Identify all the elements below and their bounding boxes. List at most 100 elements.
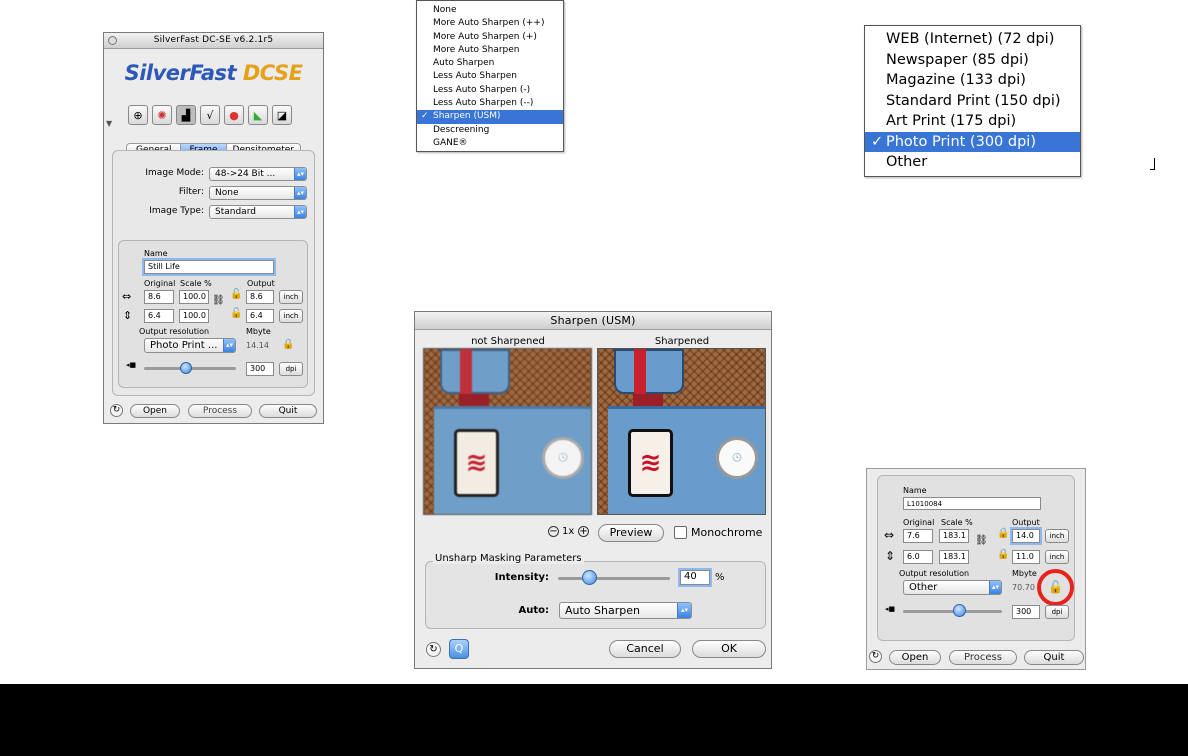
menu-item[interactable]: More Auto Sharpen (+) (417, 31, 563, 44)
menu-item[interactable]: More Auto Sharpen (++) (417, 17, 563, 30)
name-field[interactable]: Still Life (144, 260, 274, 274)
menu-item[interactable]: Art Print (175 dpi) (865, 111, 1080, 132)
height-lock-icon[interactable]: 🔓 (230, 308, 242, 319)
menu-item[interactable]: Newspaper (85 dpi) (865, 50, 1080, 71)
selective-color-icon[interactable]: ◣ (248, 105, 268, 125)
width-unit-button[interactable]: inch (279, 290, 303, 304)
reset-icon[interactable]: ↻ (869, 650, 882, 663)
width-lock-icon[interactable]: 🔒 (997, 528, 1009, 539)
unlock-icon-highlighted[interactable]: 🔓 (1037, 569, 1074, 606)
width-scale-field[interactable]: 100.0 (179, 290, 209, 304)
menu-item-selected[interactable]: ✓ Photo Print (300 dpi) (865, 131, 1080, 152)
sharpen-icon[interactable]: ◪ (272, 105, 292, 125)
height-lock-icon[interactable]: 🔒 (997, 549, 1009, 560)
height-arrows-icon: ⇕ (123, 309, 133, 322)
menu-item[interactable]: Standard Print (150 dpi) (865, 91, 1080, 112)
intensity-slider-track[interactable] (558, 577, 670, 580)
zoom-icon[interactable]: ⊕ (128, 105, 148, 125)
open-button[interactable]: Open (889, 650, 941, 665)
zoom-out-icon[interactable]: − (548, 526, 559, 537)
disclosure-triangle-icon[interactable]: ▼ (106, 119, 112, 128)
robot-chest-panel: ≋ (628, 429, 673, 497)
quit-button[interactable]: Quit (1024, 650, 1084, 665)
height-output-field[interactable]: 6.4 (246, 309, 274, 323)
checkmark-icon: ✓ (421, 111, 429, 122)
height-original-field[interactable]: 6.0 (903, 550, 933, 564)
height-unit-button[interactable]: inch (1045, 550, 1069, 564)
monochrome-checkbox[interactable] (674, 526, 687, 539)
mbyte-value: 14.14 (246, 341, 269, 350)
height-scale-field[interactable]: 183.1 (939, 550, 969, 564)
chain-link-icon[interactable]: ⛓ (975, 535, 988, 546)
zoom-in-icon[interactable]: + (578, 526, 589, 537)
resolution-slider-knob[interactable] (953, 604, 966, 617)
width-unit-button[interactable]: inch (1045, 529, 1069, 543)
menu-item[interactable]: More Auto Sharpen (417, 44, 563, 57)
height-scale-field[interactable]: 100.0 (179, 309, 209, 323)
output-resolution-label: Output resolution (139, 327, 210, 336)
width-original-field[interactable]: 7.6 (903, 529, 933, 543)
menu-item[interactable]: Auto Sharpen (417, 57, 563, 70)
reset-icon[interactable]: ↻ (426, 642, 441, 657)
histogram-icon[interactable]: ▟ (176, 105, 196, 125)
menu-item-selected[interactable]: ✓ Sharpen (USM) (417, 110, 563, 124)
menu-item[interactable]: Less Auto Sharpen (-) (417, 84, 563, 97)
quick-preview-icon[interactable]: Q (449, 639, 469, 659)
cancel-button[interactable]: Cancel (609, 640, 681, 658)
filter-popup[interactable]: None ▴▾ (209, 186, 307, 200)
menu-item[interactable]: Other (865, 152, 1080, 173)
image-mode-popup[interactable]: 48->24 Bit ... ▴▾ (209, 167, 307, 181)
menu-item[interactable]: Magazine (133 dpi) (865, 70, 1080, 91)
resolution-slider-knob[interactable] (180, 362, 192, 374)
close-window-icon[interactable] (108, 36, 117, 45)
ok-button[interactable]: OK (692, 640, 766, 658)
silverfast-logo: SilverFast DCSE (124, 61, 303, 85)
gradation-curve-icon[interactable]: √ (200, 105, 220, 125)
preview-button[interactable]: Preview (598, 524, 664, 542)
color-wheel-icon[interactable]: ✺ (152, 105, 172, 125)
width-arrows-icon: ⇔ (884, 528, 895, 542)
menu-item[interactable]: Descreening (417, 124, 563, 137)
robot-neck (459, 394, 489, 406)
color-correction-icon[interactable]: ● (224, 105, 244, 125)
image-type-popup[interactable]: Standard ▴▾ (209, 205, 307, 219)
dpi-field[interactable]: 300 (246, 362, 274, 376)
lock-icon[interactable]: 🔒 (282, 339, 294, 350)
width-scale-field[interactable]: 183.1 (939, 529, 969, 543)
dpi-unit-button[interactable]: dpi (1045, 605, 1069, 619)
name-field[interactable]: L1010084 (903, 497, 1041, 510)
menu-item[interactable]: Less Auto Sharpen (417, 70, 563, 83)
chain-link-icon[interactable]: ⛓ (212, 295, 225, 306)
popup-arrows-icon: ▴▾ (294, 168, 306, 180)
height-unit-button[interactable]: inch (279, 309, 303, 323)
height-output-field[interactable]: 11.0 (1012, 550, 1040, 564)
process-button[interactable]: Process (188, 404, 252, 418)
output-resolution-popup[interactable]: Other ▴▾ (903, 580, 1002, 595)
dpi-unit-button[interactable]: dpi (279, 362, 303, 376)
open-button[interactable]: Open (130, 404, 180, 418)
menu-item[interactable]: GANE® (417, 137, 563, 150)
popup-arrows-icon: ▴▾ (294, 206, 306, 218)
robot-clock-face: 🕓 (716, 437, 758, 479)
auto-label: Auto: (518, 605, 549, 616)
menu-item[interactable]: WEB (Internet) (72 dpi) (865, 29, 1080, 50)
width-lock-icon[interactable]: 🔓 (230, 289, 242, 300)
menu-item[interactable]: None (417, 4, 563, 17)
dpi-field[interactable]: 300 (1012, 605, 1040, 619)
width-output-field[interactable]: 8.6 (246, 290, 274, 304)
quit-button[interactable]: Quit (259, 404, 317, 418)
preview-original-image[interactable]: ≋ 🕓 (423, 348, 592, 515)
original-label: Original (903, 518, 935, 527)
reset-icon[interactable]: ↻ (110, 404, 123, 417)
menu-item[interactable]: Less Auto Sharpen (--) (417, 97, 563, 110)
intensity-field[interactable]: 40 (680, 570, 710, 585)
width-original-field[interactable]: 8.6 (144, 290, 174, 304)
auto-popup[interactable]: Auto Sharpen ▴▾ (559, 602, 692, 619)
sharpen-usm-dialog: Sharpen (USM) not Sharpened Sharpened ≋ … (414, 311, 772, 669)
preview-sharpened-image[interactable]: ≋ 🕓 (597, 348, 766, 515)
output-resolution-popup[interactable]: Photo Print ... ▴▾ (144, 338, 236, 353)
height-original-field[interactable]: 6.4 (144, 309, 174, 323)
process-button[interactable]: Process (949, 650, 1017, 665)
width-output-field[interactable]: 14.0 (1012, 529, 1040, 543)
robot-red-part (634, 349, 646, 394)
